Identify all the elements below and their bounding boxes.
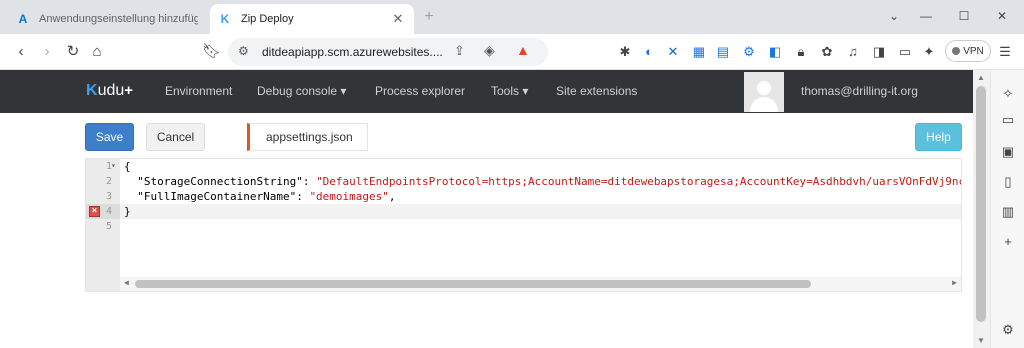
- page-content: Kudu+ Environment Debug console ▾ Proces…: [0, 70, 990, 348]
- json-value: "DefaultEndpointsProtocol=https;AccountN…: [316, 175, 961, 188]
- code-editor[interactable]: 1 ▾ 2 3 4 × 5 { "StorageConnectionString…: [85, 158, 962, 292]
- sidebar-settings-icon[interactable]: ⚙: [1000, 322, 1016, 338]
- nav-tools[interactable]: Tools ▾: [491, 84, 528, 98]
- kudu-icon: K: [220, 12, 230, 26]
- browser-toolbar: ‹ › ↻ ⌂ 🔖︎ ⚙ ditdeapiapp.scm.azurewebsit…: [0, 34, 1024, 70]
- bookmarks-sidebar-icon[interactable]: ▯: [1000, 174, 1016, 190]
- file-tab[interactable]: appsettings.json: [247, 123, 368, 151]
- kudu-logo-k: K: [86, 82, 98, 99]
- code-line: "FullImageContainerName": "demoimages",: [124, 189, 396, 204]
- editor-gutter: 1 ▾ 2 3 4 × 5: [86, 159, 120, 291]
- scrollbar-thumb[interactable]: [135, 280, 811, 288]
- wallet-icon[interactable]: ▭: [896, 43, 914, 61]
- code-line: "StorageConnectionString": "DefaultEndpo…: [124, 174, 961, 189]
- code-line: {: [124, 159, 131, 174]
- lock-icon[interactable]: 🔒︎: [792, 43, 810, 61]
- scroll-right-icon[interactable]: ▶: [952, 278, 957, 287]
- new-tab-button[interactable]: +: [420, 8, 438, 26]
- scroll-up-icon[interactable]: ▲: [977, 73, 985, 82]
- brave-shields-icon[interactable]: ◈: [484, 42, 495, 59]
- menu-icon[interactable]: ☰: [996, 43, 1014, 61]
- nav-debug-console[interactable]: Debug console ▾: [257, 84, 346, 98]
- maximize-icon[interactable]: ☐: [956, 9, 972, 23]
- avatar-head: [757, 81, 771, 95]
- puzzle-extension-icon[interactable]: ✱: [616, 43, 634, 61]
- wallet-sidebar-icon[interactable]: ▣: [1000, 144, 1016, 160]
- close-window-icon[interactable]: ✕: [994, 9, 1010, 23]
- json-sep: :: [296, 190, 310, 203]
- avatar[interactable]: [744, 72, 784, 112]
- address-bar[interactable]: ⚙ ditdeapiapp.scm.azurewebsites.... ⇪ ◈ …: [228, 38, 548, 66]
- reload-icon[interactable]: ↻: [64, 43, 82, 61]
- scroll-left-icon[interactable]: ◀: [124, 278, 129, 287]
- scroll-down-icon[interactable]: ▼: [977, 336, 985, 345]
- kudu-navbar: Kudu+ Environment Debug console ▾ Proces…: [0, 70, 973, 113]
- tab-list-chevron-icon[interactable]: ⌄: [886, 9, 902, 23]
- leo-sidebar-icon[interactable]: ✧: [1000, 86, 1016, 102]
- minimize-icon[interactable]: —: [918, 9, 934, 23]
- user-email: thomas@drilling-it.org: [801, 84, 918, 98]
- kudu-logo-text: udu: [97, 82, 125, 99]
- settings-extension-icon[interactable]: ⚙: [740, 43, 758, 61]
- editor-horizontal-scrollbar[interactable]: ◀ ▶: [120, 277, 961, 291]
- media-icon[interactable]: ♫: [844, 43, 862, 61]
- translate-extension-icon[interactable]: ◧: [766, 43, 784, 61]
- clipboard-extension-icon[interactable]: ▤: [714, 43, 732, 61]
- tab-title: Zip Deploy: [241, 13, 294, 25]
- nav-process-explorer[interactable]: Process explorer: [375, 84, 465, 98]
- line-number: 5: [105, 221, 112, 232]
- azure-icon: A: [18, 12, 28, 26]
- json-value: "demoimages": [309, 190, 389, 203]
- line-number: 2: [105, 176, 112, 187]
- reading-list-icon[interactable]: ▭: [1000, 112, 1016, 128]
- site-info-icon[interactable]: ⚙: [238, 44, 249, 58]
- cross-extension-icon[interactable]: ✕: [664, 43, 682, 61]
- url-text: ditdeapiapp.scm.azurewebsites....: [262, 45, 443, 59]
- browser-window: A Anwendungseinstellung hinzufügen K Zip…: [0, 0, 1024, 348]
- tab-azure[interactable]: A Anwendungseinstellung hinzufügen: [8, 4, 206, 34]
- leo-ai-icon[interactable]: ✦: [920, 43, 938, 61]
- json-key: "FullImageContainerName": [124, 190, 297, 203]
- back-icon[interactable]: ‹: [12, 43, 30, 61]
- add-panel-icon[interactable]: +: [1000, 234, 1016, 250]
- vpn-status-icon: [952, 47, 961, 55]
- nav-environment[interactable]: Environment: [165, 84, 232, 98]
- reader-icon[interactable]: ▥: [1000, 204, 1016, 220]
- browser-side-panel: ✧ ▭ ▣ ▯ ▥ + ⚙: [990, 70, 1024, 348]
- error-marker-icon[interactable]: ×: [89, 206, 100, 217]
- extensions-icon[interactable]: ✿: [818, 43, 836, 61]
- vpn-label: VPN: [963, 45, 984, 57]
- code-area[interactable]: { "StorageConnectionString": "DefaultEnd…: [120, 159, 961, 277]
- share-icon[interactable]: ⇪: [454, 43, 465, 59]
- grid-extension-icon[interactable]: ▦: [690, 43, 708, 61]
- home-icon[interactable]: ⌂: [88, 43, 106, 61]
- tab-zip-deploy[interactable]: K Zip Deploy ✕: [210, 4, 414, 34]
- kudu-logo-plus: +: [124, 82, 134, 99]
- kudu-logo[interactable]: Kudu+: [86, 82, 133, 100]
- sync-extension-icon[interactable]: ◐: [640, 43, 658, 61]
- close-tab-icon[interactable]: ✕: [390, 11, 406, 27]
- cancel-button[interactable]: Cancel: [146, 123, 205, 151]
- code-text: {: [124, 160, 131, 173]
- json-comma: ,: [388, 190, 396, 203]
- forward-icon[interactable]: ›: [38, 43, 56, 61]
- line-number: 3: [105, 191, 112, 202]
- brave-rewards-icon[interactable]: ▲: [516, 42, 530, 58]
- page-vertical-scrollbar[interactable]: ▲ ▼: [973, 70, 990, 348]
- save-button[interactable]: Save: [85, 123, 134, 151]
- json-sep: :: [302, 175, 317, 188]
- scrollbar-thumb[interactable]: [976, 86, 986, 322]
- code-line-active: }: [120, 204, 961, 219]
- bookmark-icon[interactable]: 🔖︎: [202, 43, 221, 61]
- vpn-button[interactable]: VPN: [945, 40, 991, 62]
- nav-site-extensions[interactable]: Site extensions: [556, 84, 637, 98]
- code-text: }: [124, 205, 131, 218]
- sidebar-toggle-icon[interactable]: ◨: [870, 43, 888, 61]
- tab-title: Anwendungseinstellung hinzufügen: [39, 13, 198, 25]
- help-button[interactable]: Help: [915, 123, 962, 151]
- avatar-body: [750, 97, 778, 112]
- tab-strip: A Anwendungseinstellung hinzufügen K Zip…: [0, 0, 1024, 34]
- json-key: "StorageConnectionString": [124, 175, 303, 188]
- fold-arrow-icon[interactable]: ▾: [111, 161, 116, 170]
